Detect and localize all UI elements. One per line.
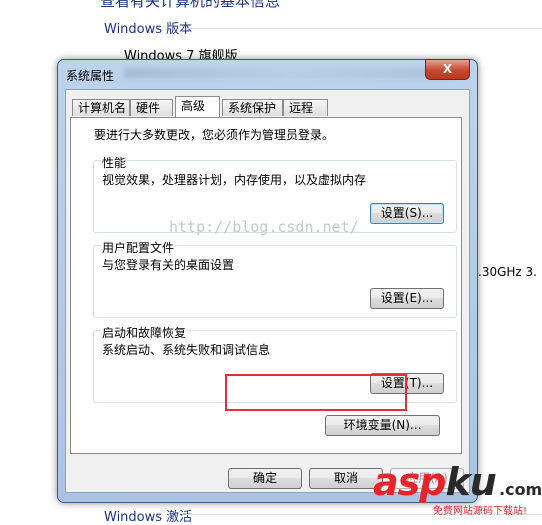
ok-button[interactable]: 确定 bbox=[228, 468, 302, 489]
environment-variables-button[interactable]: 环境变量(N)... bbox=[325, 415, 440, 436]
user-profiles-group-desc: 与您登录有关的桌面设置 bbox=[102, 258, 235, 272]
tab-remote[interactable]: 远程 bbox=[283, 99, 328, 116]
startup-recovery-group-desc: 系统启动、系统失败和调试信息 bbox=[102, 343, 271, 357]
logo-text-red: asp bbox=[373, 460, 446, 504]
startup-recovery-group-title: 启动和故障恢复 bbox=[101, 324, 188, 341]
dialog-title: 系统属性 bbox=[66, 69, 115, 83]
title-obscured-area bbox=[124, 68, 454, 78]
logo-tagline: 免费网站源码下载站! bbox=[433, 506, 528, 517]
tab-system-protection[interactable]: 系统保护 bbox=[222, 99, 283, 116]
admin-note: 要进行大多数更改，您必须作为管理员登录。 bbox=[94, 128, 335, 142]
performance-settings-button[interactable]: 设置(S)... bbox=[370, 203, 444, 224]
blog-watermark: http://blog.csdn.net/ bbox=[169, 218, 359, 236]
user-profiles-group-title: 用户配置文件 bbox=[101, 239, 176, 256]
aspku-logo: aspku .com 免费网站源码下载站! bbox=[373, 460, 542, 519]
logo-wordmark: aspku bbox=[373, 460, 497, 504]
user-profiles-group: 用户配置文件 与您登录有关的桌面设置 设置(E)... bbox=[93, 239, 457, 318]
section-divider bbox=[186, 28, 542, 29]
dialog-content: 计算机名 硬件 高级 系统保护 远程 要进行大多数更改，您必须作为管理员登录。 … bbox=[65, 89, 470, 493]
system-properties-dialog: 系统属性 X 计算机名 硬件 高级 系统保护 远程 要进行大多数更改，您必须作为… bbox=[57, 59, 478, 503]
tab-computer-name[interactable]: 计算机名 bbox=[72, 99, 130, 116]
logo-text-dark: ku bbox=[445, 460, 496, 504]
close-icon: X bbox=[442, 62, 453, 76]
performance-group-title: 性能 bbox=[101, 154, 128, 171]
performance-group-desc: 视觉效果，处理器计划，内存使用，以及虚拟内存 bbox=[102, 173, 367, 187]
close-button[interactable]: X bbox=[425, 59, 470, 80]
cancel-button[interactable]: 取消 bbox=[309, 468, 383, 489]
tab-hardware[interactable]: 硬件 bbox=[130, 99, 173, 116]
annotation-highlight-box bbox=[225, 374, 407, 411]
logo-suffix: .com bbox=[499, 480, 542, 499]
background-page-title: 查看有关计算机的基本信息 bbox=[100, 0, 281, 10]
windows-activation-heading: Windows 激活 bbox=[104, 510, 193, 525]
windows-edition-heading: Windows 版本 bbox=[104, 22, 193, 37]
tab-advanced[interactable]: 高级 bbox=[175, 96, 220, 117]
user-profiles-settings-button[interactable]: 设置(E)... bbox=[370, 288, 444, 309]
cpu-speed-fragment: .30GHz 3. bbox=[478, 265, 537, 279]
